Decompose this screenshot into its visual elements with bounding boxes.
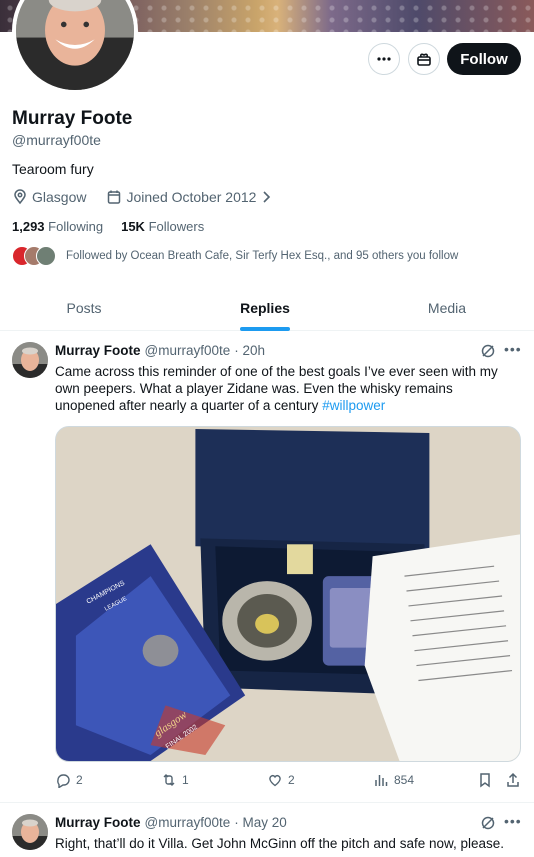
share-icon — [507, 772, 519, 787]
follow-button[interactable]: Follow — [447, 43, 521, 75]
retweet-count: 1 — [182, 773, 189, 787]
bookmark-icon — [480, 773, 490, 788]
profile-name: Murray Foote — [12, 108, 133, 129]
chevron-right-icon[interactable] — [260, 190, 272, 204]
retweet-icon — [163, 774, 175, 786]
reply-count: 2 — [76, 773, 83, 787]
tweet-header: Murray Foote @murrayf00te · May 20 — [55, 815, 287, 830]
retweet-button[interactable]: 1 — [161, 772, 189, 788]
tweet-text: Came across this reminder of one of the … — [55, 364, 498, 413]
following-link[interactable]: 1,293 Following — [12, 219, 103, 234]
views-button[interactable]: 854 — [373, 772, 414, 788]
followed-by-text: Followed by Ocean Breath Cafe, Sir Terfy… — [66, 250, 459, 262]
tweet-time[interactable]: · 20h — [234, 343, 265, 358]
bookmark-button[interactable] — [477, 772, 493, 788]
profile-meta: Glasgow Joined October 2012 — [12, 189, 272, 205]
more-horizontal-icon — [377, 57, 391, 61]
tweet-media-image[interactable]: CHAMPIONS LEAGUE glasgow FINAL 2002 — [55, 426, 521, 762]
profile-avatar[interactable] — [12, 0, 138, 94]
profile-bio: Tearoom fury — [12, 161, 94, 177]
tweet-avatar[interactable] — [12, 342, 48, 378]
tweet-author-name[interactable]: Murray Foote — [55, 343, 141, 358]
tweet-text: Right, that’ll do it Villa. Get John McG… — [55, 836, 505, 851]
tweet-more-button[interactable]: ••• — [504, 341, 522, 357]
tab-posts[interactable]: Posts — [0, 285, 168, 331]
hashtag-link[interactable]: #willpower — [322, 398, 385, 413]
reply-icon — [57, 774, 70, 788]
grok-icon[interactable] — [480, 815, 496, 831]
profile-joined: Joined October 2012 — [126, 189, 257, 205]
tweet-more-button[interactable]: ••• — [504, 813, 522, 829]
subscribe-button[interactable] — [408, 43, 440, 75]
views-icon — [375, 775, 388, 786]
tweet-author-handle[interactable]: @murrayf00te — [145, 815, 231, 830]
profile-stats: 1,293 Following 15K Followers — [12, 219, 204, 234]
gift-icon — [417, 53, 431, 66]
tweet-avatar[interactable] — [12, 814, 48, 850]
reply-button[interactable]: 2 — [55, 772, 83, 788]
tweet-time[interactable]: · May 20 — [234, 815, 287, 830]
more-options-button[interactable] — [368, 43, 400, 75]
share-button[interactable] — [505, 772, 521, 788]
tab-replies[interactable]: Replies — [180, 285, 350, 331]
location-icon — [14, 189, 26, 205]
heart-icon — [269, 774, 281, 787]
calendar-icon — [108, 190, 121, 204]
grok-icon[interactable] — [480, 343, 496, 359]
tweet-divider — [0, 802, 534, 803]
followers-link[interactable]: 15K Followers — [121, 219, 204, 234]
tweet-author-name[interactable]: Murray Foote — [55, 815, 141, 830]
tab-media[interactable]: Media — [362, 285, 532, 331]
tweet-author-handle[interactable]: @murrayf00te — [145, 343, 231, 358]
tweet-header: Murray Foote @murrayf00te · 20h — [55, 343, 265, 358]
profile-tabs: Posts Replies Media — [0, 285, 534, 331]
profile-location: Glasgow — [32, 189, 87, 205]
like-count: 2 — [288, 773, 295, 787]
avatar — [36, 246, 56, 266]
followed-by[interactable]: Followed by Ocean Breath Cafe, Sir Terfy… — [12, 246, 458, 266]
followers-you-know-avatars — [12, 246, 58, 266]
tweet-actions: 2 1 2 854 — [55, 772, 521, 792]
profile-handle: @murrayf00te — [12, 132, 101, 148]
views-count: 854 — [394, 773, 415, 787]
active-tab-indicator — [240, 327, 290, 331]
like-button[interactable]: 2 — [267, 772, 295, 788]
